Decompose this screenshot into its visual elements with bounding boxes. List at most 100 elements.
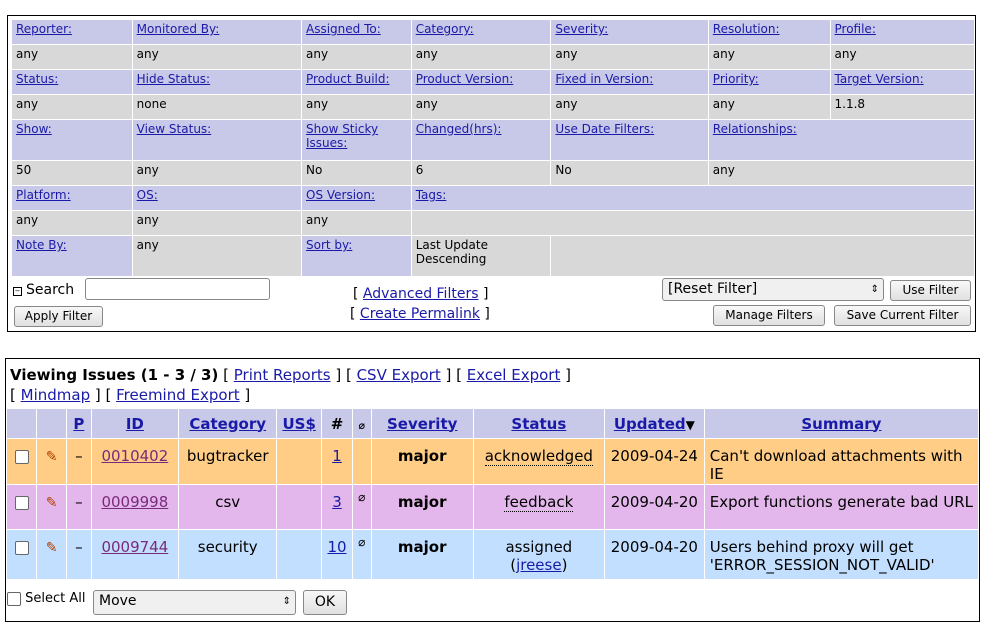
sort-desc-icon: ▼ bbox=[685, 417, 695, 432]
filter-value-resolution: any bbox=[707, 44, 831, 70]
header-severity[interactable]: Severity bbox=[370, 408, 474, 439]
filter-label-assigned-to[interactable]: Assigned To: bbox=[301, 19, 412, 45]
filter-value-category: any bbox=[410, 44, 552, 70]
bulk-action-select[interactable]: Move ⇕ bbox=[93, 590, 296, 615]
select-all-checkbox[interactable] bbox=[7, 591, 21, 606]
attachment-cell bbox=[351, 438, 372, 485]
issues-panel: Viewing Issues (1 - 3 / 3) [ Print Repor… bbox=[5, 358, 980, 622]
filter-label-fixed-in-version[interactable]: Fixed in Version: bbox=[550, 69, 709, 95]
notes-count-cell[interactable]: 10 bbox=[321, 529, 353, 580]
filter-label-tags[interactable]: Tags: bbox=[410, 185, 976, 211]
header-status[interactable]: Status bbox=[472, 408, 605, 439]
filter-label-target-version[interactable]: Target Version: bbox=[829, 69, 975, 95]
issues-header: Viewing Issues (1 - 3 / 3) [ Print Repor… bbox=[10, 366, 571, 404]
ok-button[interactable]: OK bbox=[303, 590, 347, 615]
assignee-link[interactable]: jreese bbox=[516, 556, 562, 574]
notes-count-cell[interactable]: 1 bbox=[321, 438, 353, 485]
filter-label-resolution[interactable]: Resolution: bbox=[707, 19, 831, 45]
filter-value-target-version: 1.1.8 bbox=[829, 94, 975, 120]
filter-label-show-sticky[interactable]: Show Sticky Issues: bbox=[301, 119, 412, 161]
table-row: ✎ – 0010402 bugtracker 1 major acknowled… bbox=[5, 438, 980, 485]
filter-label-show[interactable]: Show: bbox=[11, 119, 133, 161]
bulk-actions-bar: Select All bbox=[7, 591, 86, 606]
header-summary[interactable]: Summary bbox=[703, 408, 980, 439]
filter-label-changed-hrs[interactable]: Changed(hrs): bbox=[410, 119, 552, 161]
apply-filter-button[interactable]: Apply Filter bbox=[14, 306, 103, 327]
row-checkbox[interactable] bbox=[5, 484, 38, 530]
filter-value-monitored-by: any bbox=[131, 44, 303, 70]
table-row: ✎ – 0009998 csv 3 ⌀ major feedback 2009-… bbox=[5, 484, 980, 530]
attachment-cell[interactable]: ⌀ bbox=[351, 529, 372, 580]
filter-label-platform[interactable]: Platform: bbox=[11, 185, 133, 211]
filter-label-os[interactable]: OS: bbox=[131, 185, 303, 211]
filter-label-monitored-by[interactable]: Monitored By: bbox=[131, 19, 303, 45]
filter-panel: Reporter: Monitored By: Assigned To: Cat… bbox=[7, 15, 976, 332]
issues-table: P ID Category US$ # ⌀ Severity Status Up… bbox=[5, 408, 980, 580]
filter-value-note-by: any bbox=[131, 235, 303, 277]
status-cell: acknowledged bbox=[472, 438, 605, 485]
row-checkbox[interactable] bbox=[5, 529, 38, 580]
create-permalink-link[interactable]: Create Permalink bbox=[360, 306, 480, 322]
paperclip-icon[interactable]: ⌀ bbox=[358, 490, 365, 504]
severity-cell: major bbox=[370, 438, 474, 485]
edit-pencil-icon[interactable]: ✎ bbox=[36, 529, 68, 580]
issue-id-cell[interactable]: 0009998 bbox=[90, 484, 180, 530]
csv-export-link[interactable]: CSV Export bbox=[357, 366, 441, 384]
search-label: − Search bbox=[13, 282, 75, 298]
save-current-filter-button[interactable]: Save Current Filter bbox=[834, 305, 971, 326]
header-category[interactable]: Category bbox=[178, 408, 278, 439]
filter-label-product-version[interactable]: Product Version: bbox=[410, 69, 552, 95]
row-checkbox[interactable] bbox=[5, 438, 38, 485]
filter-value-severity: any bbox=[550, 44, 709, 70]
issue-id-cell[interactable]: 0010402 bbox=[90, 438, 180, 485]
issue-id-cell[interactable]: 0009744 bbox=[90, 529, 180, 580]
usd-cell bbox=[276, 438, 323, 485]
header-updated[interactable]: Updated▼ bbox=[603, 408, 705, 439]
select-arrows-icon: ⇕ bbox=[870, 284, 879, 295]
header-edit-col bbox=[36, 408, 68, 439]
header-id[interactable]: ID bbox=[90, 408, 180, 439]
filter-label-profile[interactable]: Profile: bbox=[829, 19, 975, 45]
filter-label-priority[interactable]: Priority: bbox=[707, 69, 831, 95]
print-reports-link[interactable]: Print Reports bbox=[234, 366, 331, 384]
filter-label-use-date-filters[interactable]: Use Date Filters: bbox=[550, 119, 709, 161]
updated-cell: 2009-04-20 bbox=[603, 529, 705, 580]
header-usd[interactable]: US$ bbox=[276, 408, 323, 439]
attachment-cell[interactable]: ⌀ bbox=[351, 484, 372, 530]
manage-filters-button[interactable]: Manage Filters bbox=[713, 305, 825, 326]
edit-pencil-icon[interactable]: ✎ bbox=[36, 484, 68, 530]
filter-label-category[interactable]: Category: bbox=[410, 19, 552, 45]
mindmap-link[interactable]: Mindmap bbox=[21, 386, 90, 404]
excel-export-link[interactable]: Excel Export bbox=[467, 366, 561, 384]
filter-label-sort-by[interactable]: Sort by: bbox=[301, 235, 412, 277]
select-all-label: Select All bbox=[25, 591, 86, 606]
filter-value-assigned-to: any bbox=[301, 44, 412, 70]
status-cell: feedback bbox=[472, 484, 605, 530]
filter-label-product-build[interactable]: Product Build: bbox=[301, 69, 412, 95]
table-header-row: P ID Category US$ # ⌀ Severity Status Up… bbox=[5, 408, 980, 439]
freemind-export-link[interactable]: Freemind Export bbox=[116, 386, 240, 404]
filter-label-note-by[interactable]: Note By: bbox=[11, 235, 133, 277]
filter-label-status[interactable]: Status: bbox=[11, 69, 133, 95]
filter-label-reporter[interactable]: Reporter: bbox=[11, 19, 133, 45]
paperclip-icon[interactable]: ⌀ bbox=[358, 535, 365, 549]
filter-value-fixed-in-version: any bbox=[550, 94, 709, 120]
use-filter-button[interactable]: Use Filter bbox=[890, 280, 971, 301]
filter-empty-cell bbox=[550, 235, 975, 277]
filter-label-hide-status[interactable]: Hide Status: bbox=[131, 69, 303, 95]
filter-label-view-status[interactable]: View Status: bbox=[131, 119, 303, 161]
filter-value-profile: any bbox=[829, 44, 975, 70]
header-priority[interactable]: P bbox=[66, 408, 92, 439]
collapse-icon[interactable]: − bbox=[13, 287, 22, 296]
search-input[interactable] bbox=[85, 278, 270, 300]
category-cell: csv bbox=[178, 484, 278, 530]
edit-pencil-icon[interactable]: ✎ bbox=[36, 438, 68, 485]
filter-value-show-sticky: No bbox=[301, 160, 412, 186]
filter-label-os-version[interactable]: OS Version: bbox=[301, 185, 412, 211]
filter-label-relationships[interactable]: Relationships: bbox=[707, 119, 976, 161]
advanced-filters-link[interactable]: Advanced Filters bbox=[363, 286, 479, 302]
filter-value-priority: any bbox=[707, 94, 831, 120]
saved-filter-select[interactable]: [Reset Filter] ⇕ bbox=[662, 278, 884, 301]
filter-label-severity[interactable]: Severity: bbox=[550, 19, 709, 45]
notes-count-cell[interactable]: 3 bbox=[321, 484, 353, 530]
